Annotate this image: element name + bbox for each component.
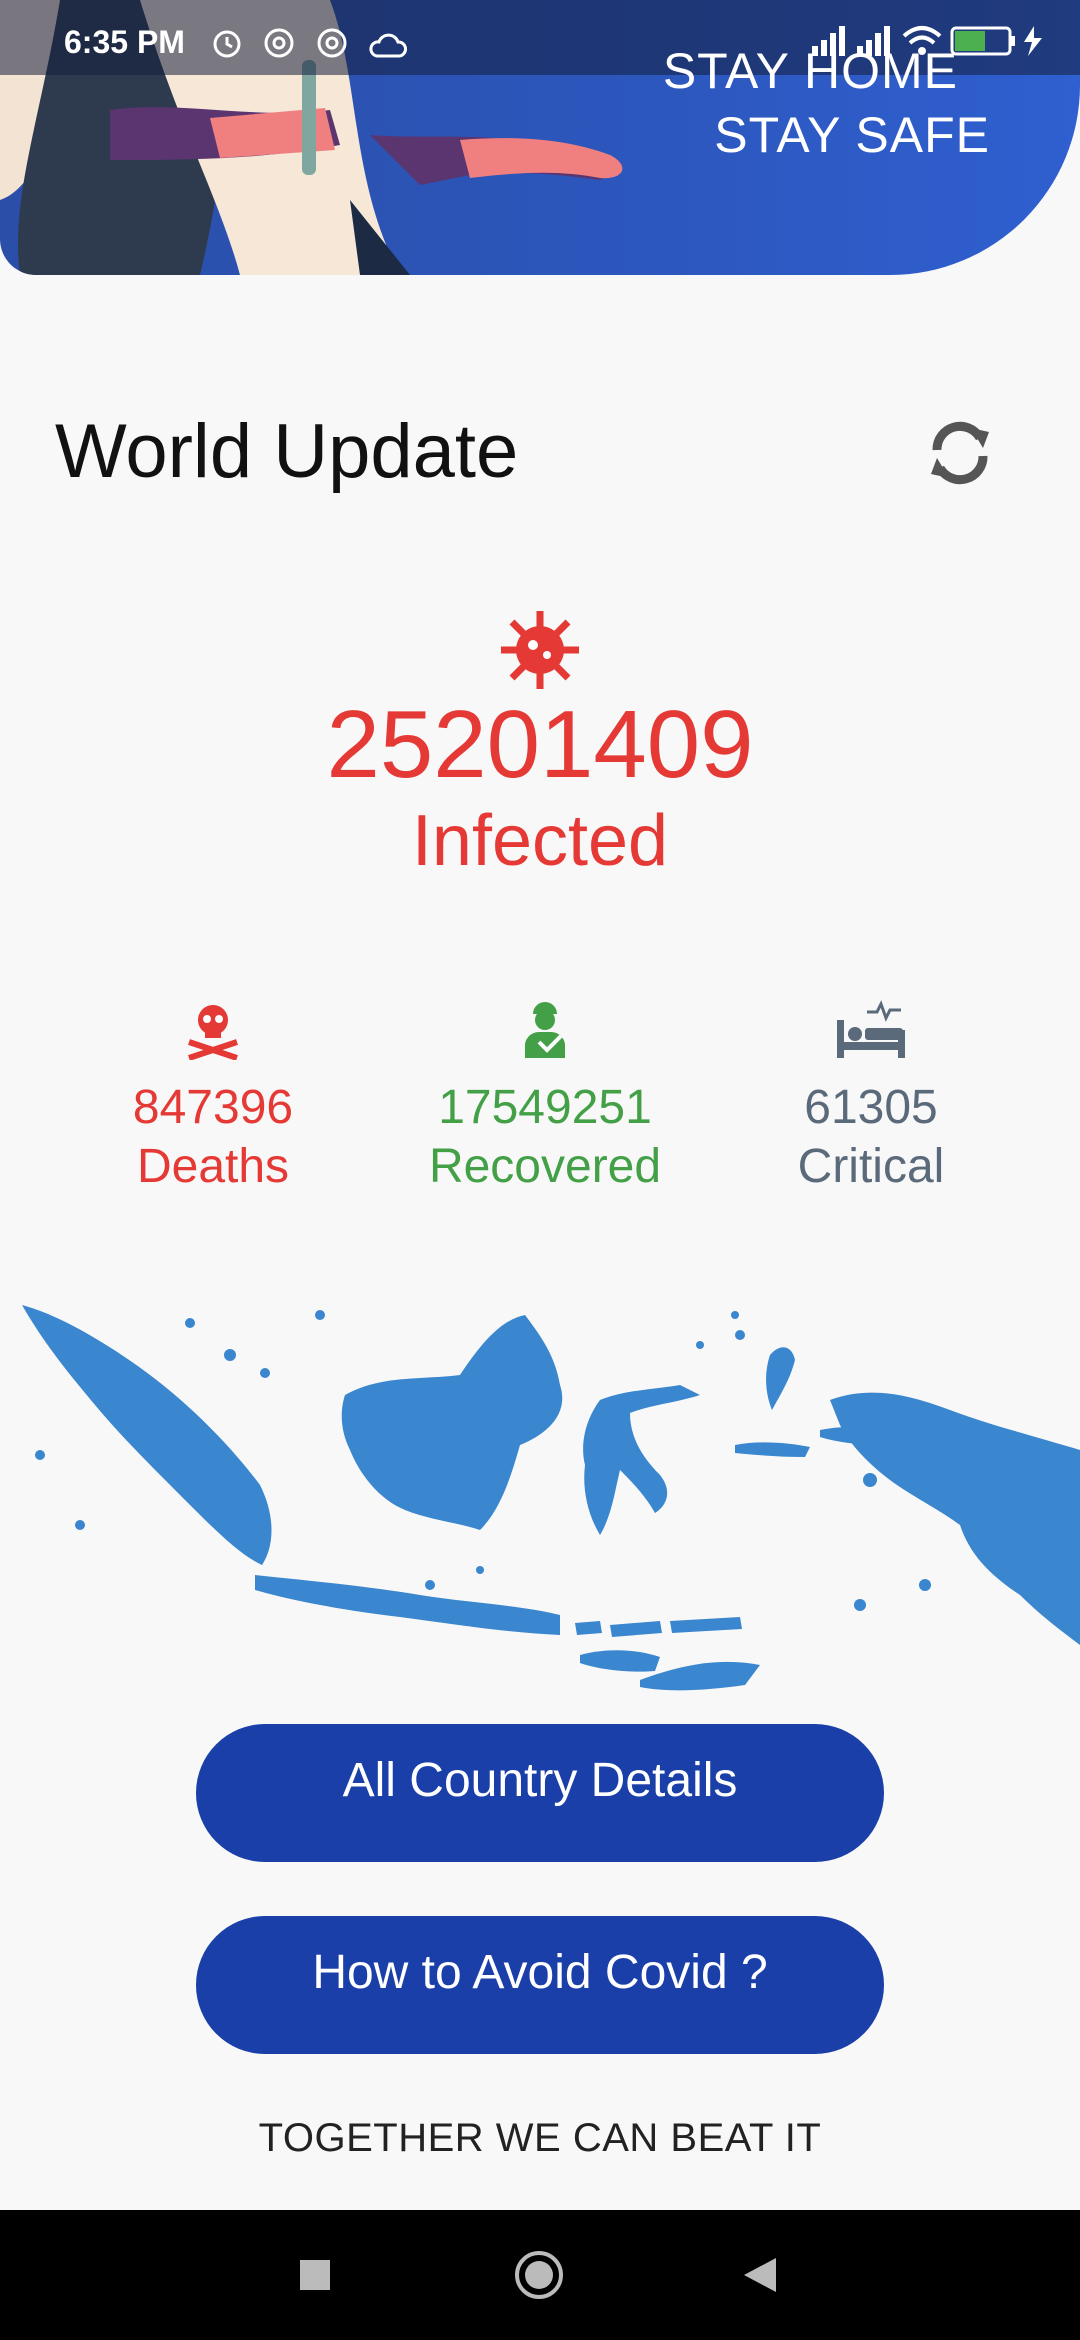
status-time: 6:35 PM xyxy=(64,24,185,60)
recovered-person-icon xyxy=(385,1000,705,1060)
critical-count: 61305 xyxy=(804,1081,938,1134)
charging-icon xyxy=(1024,26,1042,56)
deaths-count: 847396 xyxy=(132,1081,294,1134)
infected-count: 25201409 xyxy=(326,691,754,798)
cloud-icon xyxy=(367,30,408,65)
critical-label: Critical xyxy=(797,1140,945,1193)
infected-label: Infected xyxy=(411,801,669,881)
stat-deaths: 847396 Deaths xyxy=(53,1000,373,1194)
refresh-icon[interactable] xyxy=(925,418,995,493)
at-icon xyxy=(262,26,296,65)
all-country-details-button[interactable]: All Country Details xyxy=(196,1724,884,1862)
footer-slogan: TOGETHER WE CAN BEAT IT xyxy=(258,2116,822,2160)
at-icon xyxy=(315,26,349,65)
system-navigation-bar xyxy=(0,2210,1080,2340)
status-icons xyxy=(210,26,421,65)
page-title: World Update xyxy=(55,409,519,494)
recovered-count: 17549251 xyxy=(438,1081,652,1134)
stat-recovered: 17549251 Recovered xyxy=(385,1000,705,1194)
home-button[interactable] xyxy=(513,2250,565,2305)
virus-icon xyxy=(497,607,583,698)
alarm-icon xyxy=(210,26,244,65)
skull-icon xyxy=(53,1000,373,1061)
deaths-label: Deaths xyxy=(136,1140,290,1193)
how-to-avoid-covid-button[interactable]: How to Avoid Covid ? xyxy=(196,1916,884,2054)
back-button[interactable] xyxy=(740,2250,780,2305)
battery-icon xyxy=(950,26,1015,56)
banner-line2: STAY SAFE xyxy=(714,107,990,163)
stat-critical: 61305 Critical xyxy=(711,1000,1031,1194)
header-banner: 6:35 PM STAY HOME STAY SAFE xyxy=(0,0,1080,275)
indonesia-map xyxy=(0,1285,1080,1710)
recents-button[interactable] xyxy=(298,2250,332,2305)
recovered-label: Recovered xyxy=(428,1140,662,1193)
banner-line1: STAY HOME xyxy=(662,43,958,99)
hospital-bed-icon xyxy=(711,1000,1031,1060)
